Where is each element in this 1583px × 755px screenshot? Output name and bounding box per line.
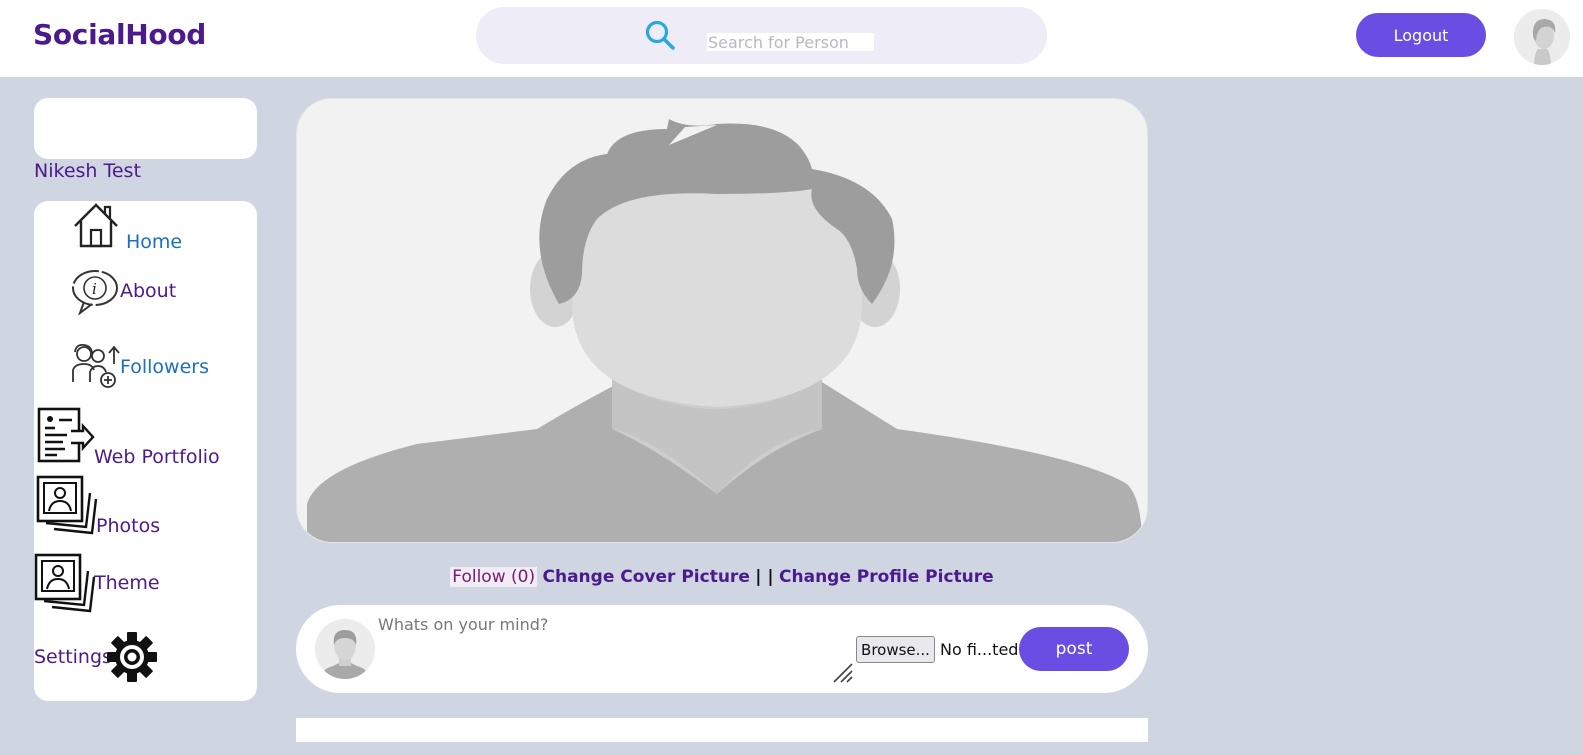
sidebar-item-followers[interactable]: Followers (34, 339, 257, 395)
sidebar-item-web-portfolio[interactable]: Web Portfolio (34, 404, 257, 472)
top-header: SocialHood Logout (0, 0, 1583, 77)
change-profile-link[interactable]: Change Profile Picture (779, 567, 994, 587)
sidebar-item-label: Web Portfolio (94, 446, 220, 468)
sidebar-nav: Home i About Followers Web Portfolio Pho… (34, 201, 257, 701)
profile-name[interactable]: Nikesh Test (34, 160, 141, 182)
file-status-text: No fi...ted. (940, 640, 1024, 659)
photos-icon (36, 475, 98, 535)
portfolio-icon (37, 407, 95, 463)
svg-text:i: i (92, 280, 97, 298)
sidebar-item-label: Settings (34, 646, 112, 668)
sidebar-item-label: Followers (120, 356, 209, 378)
post-button[interactable]: post (1019, 627, 1129, 671)
feed-container (296, 718, 1148, 742)
profile-card (34, 98, 257, 159)
logout-button[interactable]: Logout (1356, 13, 1486, 57)
followers-icon (72, 343, 120, 388)
post-textarea[interactable] (378, 615, 844, 681)
profile-actions: Follow (0) Change Cover Picture | | Chan… (0, 567, 1444, 587)
sidebar-item-settings[interactable]: Settings (34, 629, 257, 689)
follow-button[interactable]: Follow (0) (450, 567, 538, 587)
sidebar-item-label: Home (126, 231, 183, 253)
cover-picture (296, 98, 1148, 543)
composer-avatar (315, 619, 375, 679)
info-bubble-icon: i (72, 270, 118, 315)
search-bar (476, 7, 1047, 64)
file-browse-button[interactable]: Browse... (856, 636, 935, 663)
brand-logo[interactable]: SocialHood (33, 18, 206, 51)
post-composer: Browse... No fi...ted. post (296, 605, 1148, 693)
user-avatar[interactable] (1514, 9, 1570, 65)
sidebar-item-about[interactable]: i About (34, 263, 257, 315)
sidebar-item-home[interactable]: Home (34, 201, 257, 259)
search-icon[interactable] (644, 19, 676, 51)
gear-icon (107, 632, 157, 682)
avatar-silhouette-icon (315, 619, 375, 679)
change-cover-link[interactable]: Change Cover Picture (543, 567, 750, 587)
separator: | | (755, 567, 774, 587)
sidebar-item-label: About (120, 280, 177, 302)
home-icon (74, 203, 118, 248)
sidebar-item-label: Photos (96, 515, 161, 537)
resize-grip-icon[interactable] (832, 662, 854, 684)
sidebar-item-photos[interactable]: Photos (34, 475, 257, 539)
default-person-placeholder-icon (297, 99, 1147, 542)
search-input[interactable] (707, 33, 874, 51)
avatar-silhouette-icon (1514, 9, 1570, 65)
